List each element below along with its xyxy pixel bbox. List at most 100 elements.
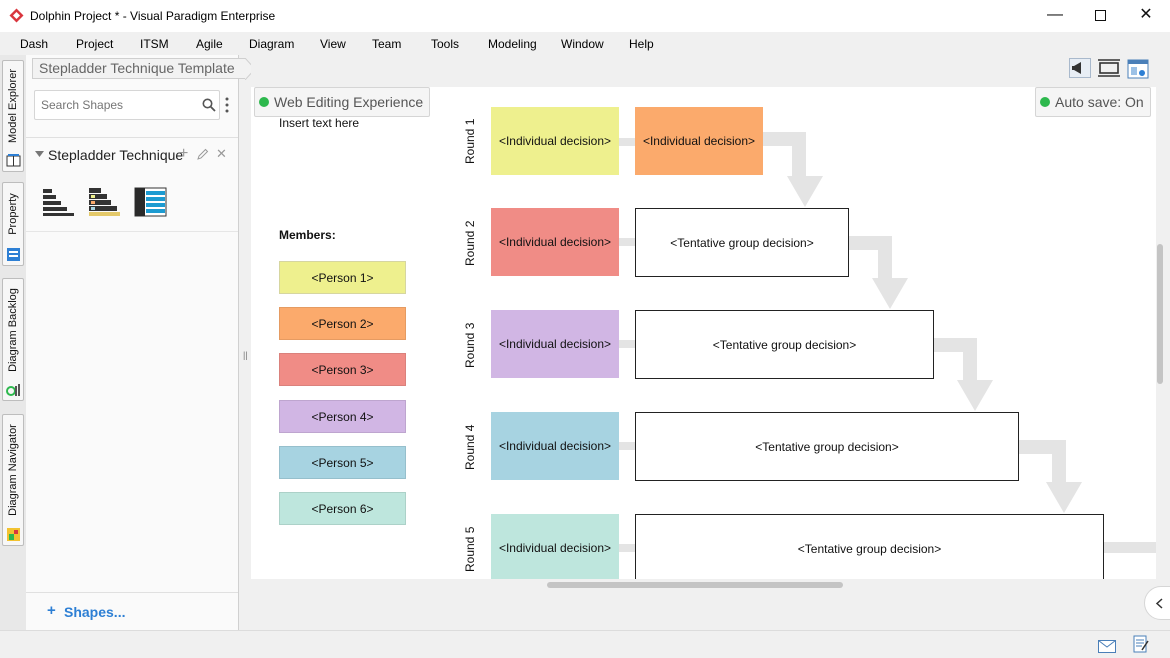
mail-icon[interactable] (1098, 640, 1116, 653)
menu-agile[interactable]: Agile (196, 37, 223, 51)
remove-icon[interactable]: ✕ (216, 146, 227, 162)
member-box[interactable]: <Person 6> (279, 492, 406, 525)
expand-panel-button[interactable] (1144, 586, 1170, 620)
title-bar: Dolphin Project * - Visual Paradigm Ente… (0, 0, 1170, 32)
notes-icon[interactable] (1133, 635, 1149, 653)
shapes-link[interactable]: Shapes... (64, 604, 125, 620)
individual-decision-box[interactable]: <Individual decision> (491, 208, 619, 276)
tab-property-label: Property (7, 193, 19, 235)
menu-tools[interactable]: Tools (431, 37, 459, 51)
individual-decision-box[interactable]: <Individual decision> (491, 310, 619, 378)
tab-diagram-backlog[interactable]: Diagram Backlog (2, 278, 24, 401)
stepladder-shape-icon[interactable] (42, 187, 75, 217)
group-decision-box[interactable]: <Tentative group decision> (635, 208, 849, 277)
member-box[interactable]: <Person 2> (279, 307, 406, 340)
vertical-scroll-thumb[interactable] (1157, 244, 1163, 384)
fit-view-icon[interactable] (1098, 59, 1120, 77)
stepladder-table-shape-icon[interactable] (134, 187, 167, 217)
connector (619, 544, 635, 552)
diagram-canvas[interactable]: Insert text here Members: <Person 1> <Pe… (251, 87, 1156, 579)
search-icon[interactable] (202, 98, 216, 112)
add-icon[interactable]: + (179, 145, 188, 163)
round-label: Round 1 (463, 118, 477, 164)
vertical-scrollbar[interactable] (1156, 87, 1170, 579)
status-dot-icon (259, 97, 269, 107)
connector (1103, 542, 1156, 553)
menu-diagram[interactable]: Diagram (249, 37, 294, 51)
minimize-button[interactable]: — (1032, 0, 1078, 32)
member-box[interactable]: <Person 3> (279, 353, 406, 386)
side-tab-strip: Model Explorer Property Diagram Backlog … (0, 55, 26, 630)
search-input[interactable] (41, 92, 191, 118)
menu-project[interactable]: Project (76, 37, 113, 51)
group-decision-box[interactable]: <Tentative group decision> (635, 514, 1104, 579)
chevron-left-icon (1155, 598, 1163, 609)
stepladder-colored-shape-icon[interactable] (88, 187, 121, 217)
property-icon (7, 248, 20, 261)
members-label[interactable]: Members: (279, 227, 336, 242)
horizontal-scrollbar[interactable] (251, 579, 1156, 591)
menu-dash[interactable]: Dash (20, 37, 48, 51)
member-box[interactable]: <Person 4> (279, 400, 406, 433)
divider (26, 592, 238, 593)
tab-model-explorer[interactable]: Model Explorer (2, 60, 24, 172)
tab-property[interactable]: Property (2, 182, 24, 266)
tab-diagram-navigator[interactable]: Diagram Navigator (2, 414, 24, 546)
individual-decision-box[interactable]: <Individual decision> (491, 514, 619, 579)
app-logo-icon (9, 8, 24, 23)
book-icon (6, 154, 21, 167)
connector (619, 238, 635, 246)
group-decision-box[interactable]: <Tentative group decision> (635, 412, 1019, 481)
tab-model-explorer-label: Model Explorer (7, 69, 19, 143)
breadcrumb[interactable]: Stepladder Technique Template (32, 58, 246, 79)
individual-decision-box[interactable]: <Individual decision> (491, 107, 619, 175)
down-arrow-icon (957, 380, 993, 411)
status-bar (0, 630, 1170, 658)
round-label: Round 5 (463, 526, 477, 572)
tab-diagram-backlog-label: Diagram Backlog (7, 287, 19, 372)
web-editing-badge[interactable]: Web Editing Experience (254, 87, 431, 117)
search-box (34, 90, 220, 120)
menu-bar: Dash Project ITSM Agile Diagram View Tea… (0, 32, 1170, 55)
splitter-handle[interactable]: || (243, 350, 248, 360)
connector (619, 442, 635, 450)
shapes-panel (26, 55, 239, 630)
connector (878, 236, 892, 282)
maximize-button[interactable] (1077, 0, 1123, 32)
more-options-icon[interactable] (225, 97, 229, 113)
connector (619, 138, 635, 146)
connector (792, 132, 806, 180)
horizontal-scroll-thumb[interactable] (547, 582, 843, 588)
layout-icon[interactable] (1127, 59, 1149, 79)
add-shapes-icon[interactable]: + (47, 602, 56, 619)
navigator-icon (7, 528, 20, 541)
group-decision-box[interactable]: <Tentative group decision> (635, 310, 934, 379)
group-decision-box[interactable]: <Individual decision> (635, 107, 763, 175)
menu-view[interactable]: View (320, 37, 346, 51)
connector (963, 338, 977, 384)
insert-text-placeholder[interactable]: Insert text here (279, 115, 359, 130)
connector (1052, 440, 1066, 486)
round-label: Round 3 (463, 322, 477, 368)
divider (26, 137, 238, 138)
down-arrow-icon (1046, 482, 1082, 513)
menu-window[interactable]: Window (561, 37, 604, 51)
divider (26, 231, 238, 232)
edit-icon[interactable] (197, 148, 209, 160)
menu-team[interactable]: Team (372, 37, 401, 51)
member-box[interactable]: <Person 5> (279, 446, 406, 479)
down-arrow-icon (872, 278, 908, 309)
autosave-badge[interactable]: Auto save: On (1035, 87, 1151, 117)
close-window-button[interactable]: ✕ (1123, 0, 1169, 32)
member-box[interactable]: <Person 1> (279, 261, 406, 294)
status-dot-icon (1040, 97, 1050, 107)
web-editing-label: Web Editing Experience (274, 94, 424, 110)
individual-decision-box[interactable]: <Individual decision> (491, 412, 619, 480)
announcement-icon[interactable] (1069, 58, 1091, 78)
tab-diagram-navigator-label: Diagram Navigator (7, 424, 19, 516)
menu-itsm[interactable]: ITSM (140, 37, 169, 51)
round-label: Round 2 (463, 220, 477, 266)
collapse-icon[interactable] (35, 151, 44, 158)
menu-help[interactable]: Help (629, 37, 654, 51)
menu-modeling[interactable]: Modeling (488, 37, 537, 51)
